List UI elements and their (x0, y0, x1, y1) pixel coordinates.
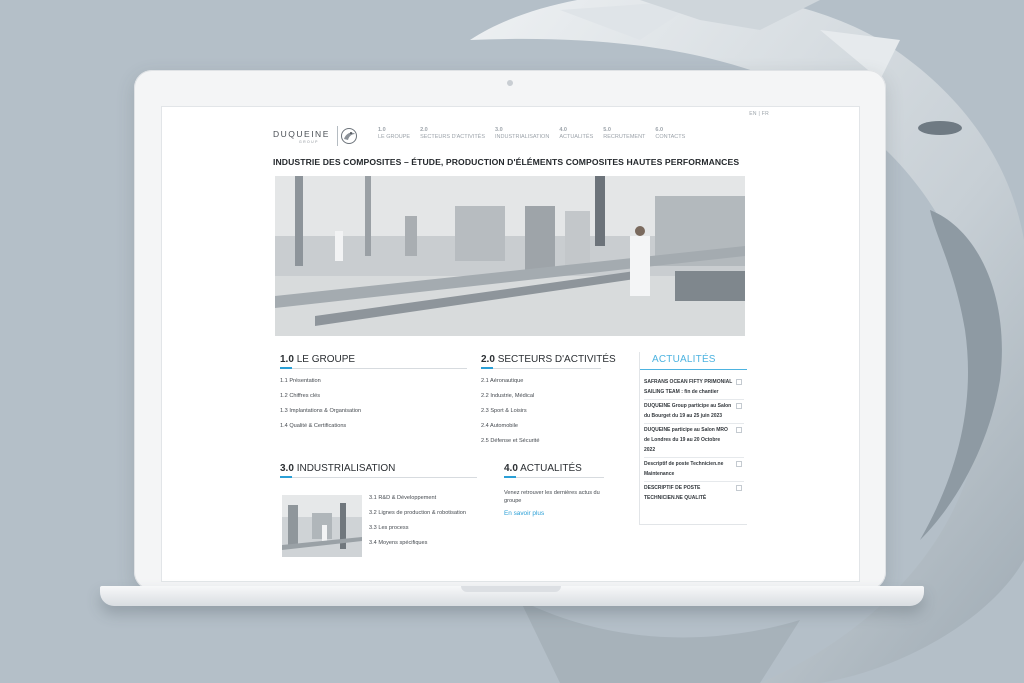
list-item[interactable]: 1.3 Implantations & Organisation (280, 408, 361, 423)
news-list: SAFRANS OCEAN FIFTY PRIMONIAL SAILING TE… (644, 376, 744, 505)
section-num: 1.0 (280, 354, 294, 365)
news-line: DUQUEINE participe au Salon MRO (644, 427, 728, 433)
logo-emblem-icon (341, 128, 357, 144)
news-line: SAFRANS OCEAN FIFTY PRIMONIAL (644, 379, 733, 385)
nav-label: CONTACTS (655, 134, 686, 140)
news-item[interactable]: DESCRIPTIF DE POSTE TECHNICIEN.NE QUALIT… (644, 482, 744, 505)
nav-item-actualites[interactable]: 4.0 ACTUALITÉS (559, 127, 593, 141)
news-title-underline (640, 369, 747, 370)
news-item[interactable]: SAFRANS OCEAN FIFTY PRIMONIAL SAILING TE… (644, 376, 744, 400)
logo-name: DUQUEINE (273, 129, 330, 139)
news-bullet-icon (736, 485, 742, 491)
news-sidebar: ACTUALITÉS SAFRANS OCEAN FIFTY PRIMONIAL… (639, 352, 747, 525)
news-bullet-icon (736, 403, 742, 409)
logo-subtitle: GROUP (299, 140, 319, 144)
section-divider (504, 476, 604, 478)
secteurs-link-list: 2.1 Aéronautique 2.2 Industrie, Médical … (481, 378, 539, 453)
section-divider (481, 367, 601, 369)
news-bullet-icon (736, 427, 742, 433)
hero-factory-photo (275, 176, 745, 336)
news-line: de Londres du 19 au 20 Octobre (644, 437, 721, 443)
news-line: TECHNICIEN.NE QUALITÉ (644, 495, 707, 501)
nav-num: 4.0 (559, 127, 567, 133)
industrialisation-thumbnail (282, 495, 362, 557)
groupe-link-list: 1.1 Présentation 1.2 Chiffres clés 1.3 I… (280, 378, 361, 438)
nav-item-industrialisation[interactable]: 3.0 INDUSTRIALISATION (495, 127, 549, 141)
section-divider (280, 476, 477, 478)
news-item[interactable]: Descriptif de poste Technicien.ne Mainte… (644, 458, 744, 482)
news-sidebar-title: ACTUALITÉS (652, 354, 716, 365)
section-label: INDUSTRIALISATION (296, 463, 396, 474)
laptop-hinge-notch (461, 586, 561, 592)
news-line: Descriptif de poste Technicien.ne (644, 461, 724, 467)
nav-num: 5.0 (603, 127, 611, 133)
list-item[interactable]: 3.2 Lignes de production & robotisation (369, 510, 466, 525)
webcam (507, 80, 513, 86)
section-label: ACTUALITÉS (520, 463, 582, 474)
nav-label: RECRUTEMENT (603, 134, 646, 140)
nav-label: SECTEURS D'ACTIVITÉS (420, 134, 486, 140)
list-item[interactable]: 2.5 Défense et Sécurité (481, 438, 539, 453)
list-item[interactable]: 1.2 Chiffres clés (280, 393, 361, 408)
list-item[interactable]: 2.2 Industrie, Médical (481, 393, 539, 408)
main-nav: 1.0 LE GROUPE 2.0 SECTEURS D'ACTIVITÉS 3.0… (378, 127, 695, 141)
section-title-secteurs[interactable]: 2.0 SECTEURS D'ACTIVITÉS (481, 354, 616, 365)
list-item[interactable]: 2.3 Sport & Loisirs (481, 408, 539, 423)
section-num: 2.0 (481, 354, 495, 365)
nav-label: INDUSTRIALISATION (495, 134, 550, 140)
news-line: DESCRIPTIF DE POSTE (644, 485, 701, 491)
industrialisation-link-list: 3.1 R&D & Développement 3.2 Lignes de pr… (369, 495, 466, 555)
laptop-frame: EN | FR DUQUEINE GROUP 1.0 LE GROUPE 2.0 S… (134, 70, 886, 590)
list-item[interactable]: 2.4 Automobile (481, 423, 539, 438)
actualites-description: Venez retrouver les dernières actus du g… (504, 490, 600, 504)
section-divider (280, 367, 467, 369)
section-title-groupe[interactable]: 1.0 LE GROUPE (280, 354, 355, 365)
list-item[interactable]: 3.1 R&D & Développement (369, 495, 466, 510)
news-line: SAILING TEAM : fin de chantier (644, 389, 719, 395)
news-bullet-icon (736, 461, 742, 467)
hero-title: INDUSTRIE DES COMPOSITES – ÉTUDE, PRODUC… (273, 157, 740, 167)
nav-item-secteurs[interactable]: 2.0 SECTEURS D'ACTIVITÉS (420, 127, 485, 141)
nav-num: 1.0 (378, 127, 386, 133)
laptop-screen: EN | FR DUQUEINE GROUP 1.0 LE GROUPE 2.0 S… (161, 106, 860, 582)
list-item[interactable]: 1.4 Qualité & Certifications (280, 423, 361, 438)
nav-num: 6.0 (655, 127, 664, 133)
logo-separator (337, 126, 338, 146)
en-savoir-plus-link[interactable]: En savoir plus (504, 510, 544, 517)
list-item[interactable]: 2.1 Aéronautique (481, 378, 539, 393)
website-page: EN | FR DUQUEINE GROUP 1.0 LE GROUPE 2.0 S… (253, 107, 773, 581)
list-item[interactable]: 1.1 Présentation (280, 378, 361, 393)
language-switch[interactable]: EN | FR (749, 111, 769, 117)
section-title-actualites[interactable]: 4.0 ACTUALITÉS (504, 463, 582, 474)
nav-item-groupe[interactable]: 1.0 LE GROUPE (378, 127, 410, 141)
news-item[interactable]: DUQUEINE participe au Salon MRO de Londr… (644, 424, 744, 458)
news-bullet-icon (736, 379, 742, 385)
section-title-industrialisation[interactable]: 3.0 INDUSTRIALISATION (280, 463, 395, 474)
nav-num: 3.0 (495, 127, 503, 133)
nav-label: LE GROUPE (378, 134, 411, 140)
company-logo[interactable]: DUQUEINE GROUP (273, 126, 357, 147)
news-line: Maintenance (644, 471, 675, 477)
nav-item-recrutement[interactable]: 5.0 RECRUTEMENT (603, 127, 645, 141)
news-line: du Bourget du 19 au 25 juin 2023 (644, 413, 723, 419)
nav-num: 2.0 (420, 127, 428, 133)
nav-label: ACTUALITÉS (559, 134, 594, 140)
list-item[interactable]: 3.3 Les process (369, 525, 466, 540)
section-label: SECTEURS D'ACTIVITÉS (497, 354, 616, 365)
section-num: 4.0 (504, 463, 518, 474)
news-item[interactable]: DUQUEINE Group participe au Salon du Bou… (644, 400, 744, 424)
nav-item-contacts[interactable]: 6.0 CONTACTS (655, 127, 685, 141)
news-line: DUQUEINE Group participe au Salon (644, 403, 732, 409)
list-item[interactable]: 3.4 Moyens spécifiques (369, 540, 466, 555)
news-line: 2022 (644, 447, 656, 453)
section-num: 3.0 (280, 463, 294, 474)
section-label: LE GROUPE (296, 354, 356, 365)
